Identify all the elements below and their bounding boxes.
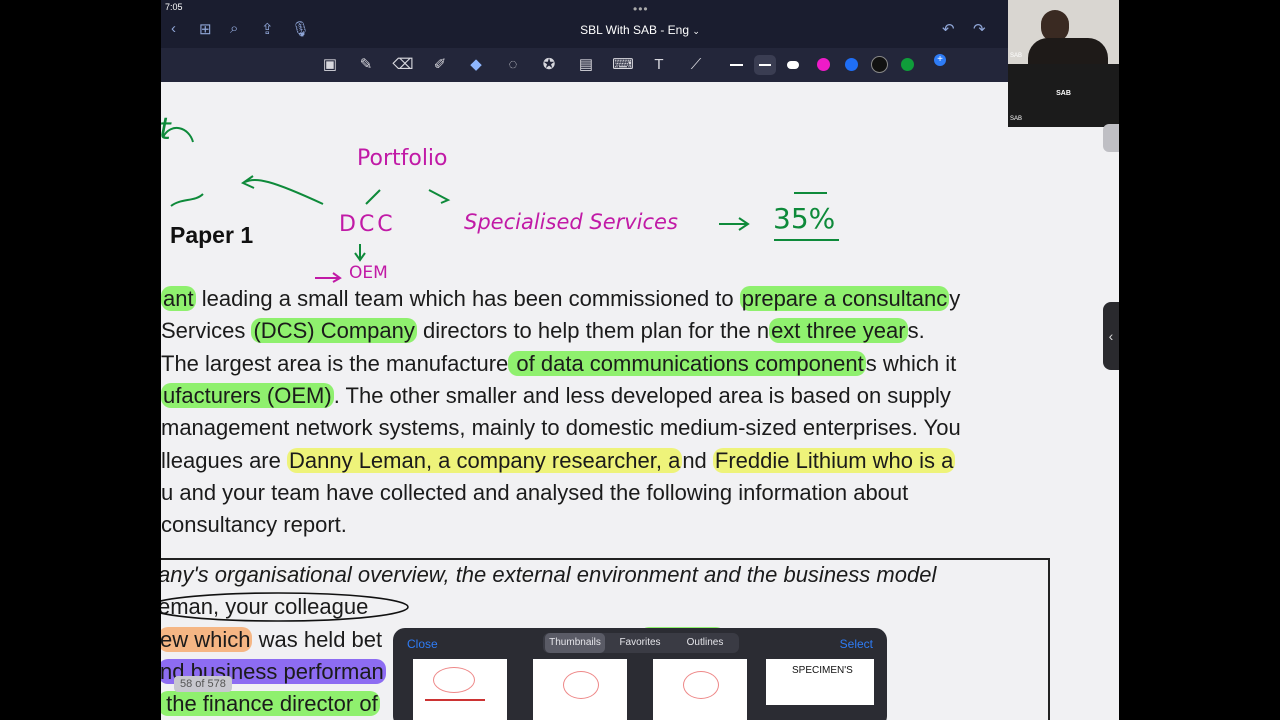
panel-tab-control: Thumbnails Favorites Outlines — [543, 633, 739, 653]
status-time: 7:05 — [165, 2, 183, 12]
document-page[interactable]: t Portfolio DCC OEM Specialised Services… — [161, 82, 1119, 720]
medium-stroke-option[interactable] — [754, 55, 776, 75]
text-segment: s which it — [865, 350, 957, 376]
highlighted-text: ant — [161, 286, 196, 311]
highlighted-text: (DCS) Company — [251, 318, 417, 344]
body-line: The largest area is the manufacture of d… — [161, 350, 957, 377]
highlighted-text: prepare a consultanc — [739, 286, 950, 311]
sticker-icon[interactable]: ✪ — [538, 54, 560, 76]
text-segment: . The other smaller and less developed a… — [333, 382, 951, 408]
page-thumbnail-specimen[interactable]: SPECIMEN'S — [766, 659, 874, 705]
box-line: any's organisational overview, the exter… — [161, 562, 936, 588]
box-line: the finance director of — [161, 691, 380, 717]
pen-icon[interactable]: ✎ — [355, 54, 377, 76]
body-line: lleagues are Danny Leman, a company rese… — [161, 447, 956, 474]
thin-stroke-option[interactable] — [730, 64, 743, 66]
handwritten-oval — [161, 592, 409, 622]
handwriting-percent: 35% — [773, 202, 836, 235]
body-line: ant leading a small team which has been … — [161, 286, 960, 312]
text-segment: y — [949, 286, 961, 311]
close-button[interactable]: Close — [407, 637, 438, 651]
text-segment: s. — [907, 318, 925, 344]
color-black-swatch[interactable] — [871, 56, 888, 73]
lasso-scan-icon[interactable]: ▣ — [319, 54, 341, 76]
lasso-icon[interactable]: ◌ — [502, 54, 524, 76]
paper-heading: Paper 1 — [170, 222, 254, 248]
text-segment: management network systems, mainly to do… — [161, 415, 961, 441]
body-line: management network systems, mainly to do… — [161, 415, 961, 441]
redo-icon[interactable]: ↷ — [973, 20, 986, 38]
text-segment: leading a small team which has been comm… — [195, 286, 740, 311]
highlighter-icon[interactable]: ✐ — [429, 54, 451, 76]
title-bar: 7:05 ••• ‹ ⊞ ⌕ ⇪ 🎙 SBL With SAB - Eng ⌄ … — [161, 0, 1119, 48]
drawing-toolbar: ▣ ✎ ⌫ ✐ ◆ ◌ ✪ ▤ ⌨ T ⟋ + — [161, 48, 1119, 82]
text-segment: The largest area is the manufacture — [161, 350, 509, 376]
select-button[interactable]: Select — [840, 637, 873, 651]
window-grabber[interactable]: ••• — [633, 2, 649, 16]
right-letterbox — [1119, 0, 1280, 720]
tab-outlines[interactable]: Outlines — [673, 633, 737, 653]
left-letterbox — [0, 0, 161, 720]
handwriting-oem: OEM — [349, 263, 388, 283]
text-segment: consultancy report. — [161, 512, 347, 538]
handwriting-dcc: DCC — [339, 212, 396, 237]
tab-thumbnails[interactable]: Thumbnails — [545, 633, 605, 653]
thick-stroke-option[interactable] — [787, 61, 799, 69]
arrow-left-annotation — [244, 179, 324, 205]
handwriting-fragment-top: t — [161, 112, 171, 147]
page-thumbnail[interactable] — [413, 659, 507, 720]
thumbnail-panel: Close Thumbnails Favorites Outlines Sele… — [393, 628, 887, 720]
eraser-icon[interactable]: ⌫ — [392, 54, 414, 76]
add-color-icon[interactable]: + — [934, 54, 946, 66]
highlighted-text: the finance director of — [161, 691, 380, 717]
highlighted-text: ew which — [161, 626, 253, 652]
text-segment: was held bet — [252, 626, 383, 652]
text-segment: any's organisational overview, the exter… — [161, 562, 937, 587]
scroll-handle[interactable] — [1103, 124, 1119, 152]
color-blue-swatch[interactable] — [845, 58, 858, 71]
color-green-swatch[interactable] — [901, 58, 914, 71]
body-line: consultancy report. — [161, 512, 347, 538]
handwriting-specialised-services: Specialised Services — [464, 210, 678, 234]
handwriting-portfolio: Portfolio — [357, 146, 448, 171]
text-segment: nd — [682, 447, 713, 473]
page-thumbnail[interactable] — [653, 659, 747, 720]
text-segment: directors to help them plan for the n — [416, 318, 770, 344]
image-icon[interactable]: ▤ — [575, 54, 597, 76]
body-line: ufacturers (OEM). The other smaller and … — [161, 382, 951, 409]
handwritten-annotations — [162, 127, 839, 283]
sidebar-toggle[interactable]: ‹ — [1103, 302, 1119, 370]
keyboard-icon[interactable]: ⌨ — [612, 54, 634, 76]
body-line: u and your team have collected and analy… — [161, 480, 908, 506]
textbox-icon[interactable]: T — [648, 54, 670, 76]
highlighted-text: of data communications component — [508, 350, 866, 376]
participant-tile[interactable]: SAB SAB — [1008, 64, 1119, 127]
page-indicator: 58 of 578 — [174, 676, 232, 692]
page-thumbnail[interactable] — [533, 659, 627, 720]
highlighted-text: ext three year — [769, 318, 908, 344]
highlighted-text: Danny Leman, a company researcher, a — [286, 447, 683, 473]
text-segment: Services — [161, 318, 252, 344]
body-line: Services (DCS) Company directors to help… — [161, 318, 925, 344]
shapes-icon[interactable]: ◆ — [465, 54, 487, 76]
text-segment: u and your team have collected and analy… — [161, 479, 909, 505]
text-segment: lleagues are — [161, 447, 287, 473]
tab-favorites[interactable]: Favorites — [609, 633, 671, 653]
highlighted-text: Freddie Lithium who is a — [712, 447, 956, 473]
laser-icon[interactable]: ⟋ — [685, 54, 707, 76]
color-magenta-swatch[interactable] — [817, 58, 830, 71]
notes-app: 7:05 ••• ‹ ⊞ ⌕ ⇪ 🎙 SBL With SAB - Eng ⌄ … — [161, 0, 1119, 720]
participant-name: SAB — [1056, 90, 1071, 97]
video-call-panel[interactable]: SAB SAB SAB — [1008, 0, 1119, 127]
undo-icon[interactable]: ↶ — [942, 20, 955, 38]
highlighted-text: ufacturers (OEM) — [161, 382, 334, 408]
participant-video[interactable]: SAB — [1008, 0, 1119, 64]
